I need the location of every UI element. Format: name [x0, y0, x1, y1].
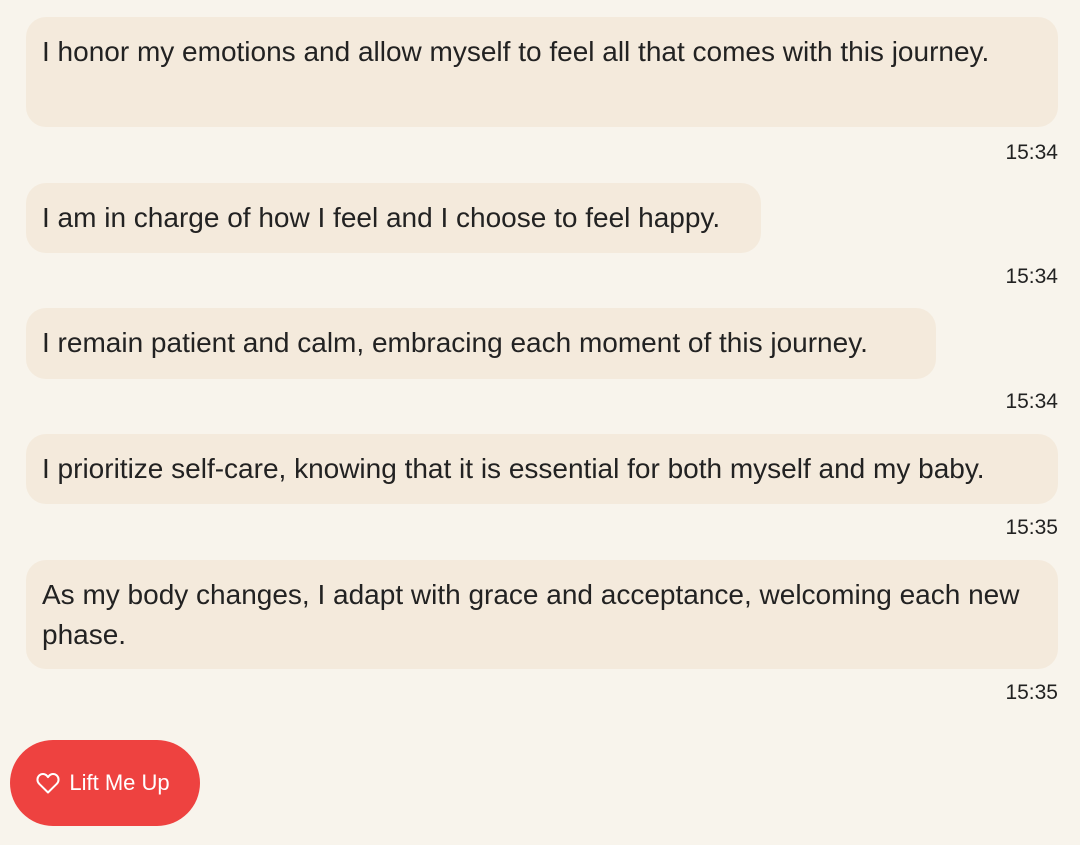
message-text: I honor my emotions and allow myself to …	[42, 36, 990, 67]
message-bubble: I honor my emotions and allow myself to …	[26, 17, 1058, 127]
lift-me-up-button[interactable]: Lift Me Up	[10, 740, 200, 826]
message-timestamp: 15:34	[1005, 390, 1058, 413]
message-text: I prioritize self-care, knowing that it …	[42, 453, 985, 484]
message-bubble: I prioritize self-care, knowing that it …	[26, 434, 1058, 504]
message-text: I remain patient and calm, embracing eac…	[42, 327, 868, 358]
message-bubble: I am in charge of how I feel and I choos…	[26, 183, 761, 253]
message-timestamp: 15:35	[1005, 516, 1058, 539]
message-timestamp: 15:35	[1005, 681, 1058, 704]
message-bubble: I remain patient and calm, embracing eac…	[26, 308, 936, 379]
message-timestamp: 15:34	[1005, 141, 1058, 164]
heart-outline-icon	[36, 772, 60, 794]
lift-me-up-label: Lift Me Up	[69, 770, 170, 795]
message-timestamp: 15:34	[1005, 265, 1058, 288]
message-bubble: As my body changes, I adapt with grace a…	[26, 560, 1058, 669]
message-text: As my body changes, I adapt with grace a…	[42, 579, 1020, 650]
message-text: I am in charge of how I feel and I choos…	[42, 202, 721, 233]
